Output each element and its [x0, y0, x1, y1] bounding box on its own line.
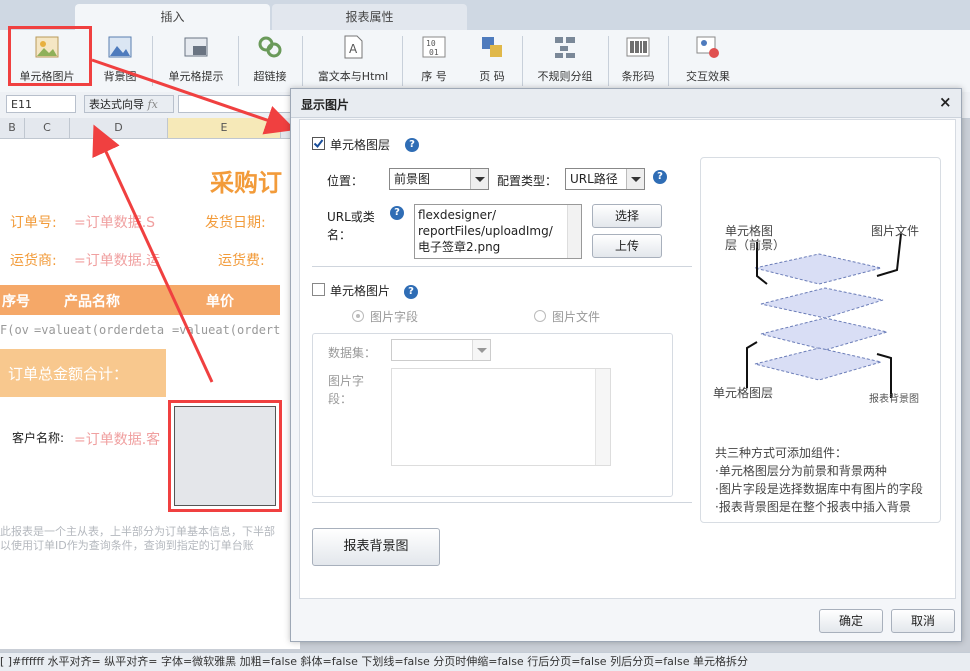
radio-dot: [356, 314, 360, 318]
cell-layer-checkbox[interactable]: [312, 137, 325, 150]
help-icon[interactable]: ?: [653, 170, 667, 184]
dialog-body: 单元格图层 ? 位置： 前景图 配置类型： URL路径 ? URL或类 名： ?…: [299, 119, 956, 599]
checkmark-icon: [313, 139, 324, 149]
upload-button[interactable]: 上传: [592, 234, 662, 258]
info-line: ·图片字段是选择数据库中有图片的字段: [715, 482, 923, 496]
image-field-radio[interactable]: [352, 310, 364, 322]
status-bar: [ ]#ffffff 水平对齐= 纵平对齐= 字体=微软雅黑 加粗=false …: [0, 652, 970, 671]
config-type-select[interactable]: URL路径: [565, 168, 645, 190]
position-value: 前景图: [394, 172, 431, 186]
help-icon[interactable]: ?: [390, 206, 404, 220]
diagram-label-cell-layer: 单元格图层: [713, 386, 774, 400]
image-field-list[interactable]: [391, 368, 611, 466]
status-text: [ ]#ffffff 水平对齐= 纵平对齐= 字体=微软雅黑 加粗=false …: [0, 655, 748, 668]
diagram-label-bottom: 报表背景图: [869, 394, 919, 405]
chevron-down-icon: [470, 169, 488, 189]
close-icon[interactable]: ×: [939, 93, 952, 111]
ok-button[interactable]: 确定: [819, 609, 883, 633]
dataset-select[interactable]: [391, 339, 491, 361]
url-label-line2: 名：: [327, 228, 352, 242]
cell-image-checkbox[interactable]: [312, 283, 325, 296]
info-title: 共三种方式可添加组件：: [715, 446, 848, 460]
layer-diagram: [746, 233, 902, 398]
cell-layer-label: 单元格图层: [330, 138, 391, 152]
config-type-value: URL路径: [570, 172, 618, 186]
show-image-dialog: 显示图片 × 单元格图层 ? 位置： 前景图 配置类型： URL路径 ? URL…: [290, 88, 962, 642]
diagram-label-file: 图片文件: [871, 224, 920, 238]
diagram-label-layer-2: 层（前景）: [725, 238, 786, 252]
image-field-panel: 数据集： 图片字 段：: [312, 333, 673, 497]
help-icon[interactable]: ?: [405, 138, 419, 152]
select-button[interactable]: 选择: [592, 204, 662, 228]
image-field-radio-label: 图片字段: [370, 310, 419, 324]
image-field-label-line1: 图片字: [328, 374, 365, 388]
section-divider: [312, 502, 692, 503]
position-label: 位置：: [327, 174, 364, 188]
image-field-label-line2: 段：: [328, 392, 353, 406]
url-value: flexdesigner/ reportFiles/uploadImg/ 电子签…: [418, 208, 553, 254]
explanation-panel: 单元格图 层（前景） 图片文件 单元格图层 报表背景图 共三种方式可添加组件： …: [700, 157, 941, 523]
url-textarea[interactable]: flexdesigner/ reportFiles/uploadImg/ 电子签…: [414, 204, 582, 259]
image-file-radio[interactable]: [534, 310, 546, 322]
dataset-label: 数据集：: [328, 346, 377, 360]
list-scrollbar[interactable]: [595, 369, 610, 465]
help-icon[interactable]: ?: [404, 285, 418, 299]
info-line: ·单元格图层分为前景和背景两种: [715, 464, 887, 478]
chevron-down-icon: [626, 169, 644, 189]
dialog-title: 显示图片: [301, 98, 350, 112]
textarea-scrollbar[interactable]: [567, 205, 581, 258]
chevron-down-icon: [472, 340, 490, 360]
section-divider: [312, 266, 692, 267]
dialog-title-bar: 显示图片 ×: [291, 89, 961, 118]
cancel-button[interactable]: 取消: [891, 609, 955, 633]
image-file-radio-label: 图片文件: [552, 310, 601, 324]
cell-image-label: 单元格图片: [330, 284, 391, 298]
report-background-button[interactable]: 报表背景图: [312, 528, 440, 566]
config-type-label: 配置类型：: [497, 174, 558, 188]
position-select[interactable]: 前景图: [389, 168, 489, 190]
url-label-line1: URL或类: [327, 210, 375, 224]
info-line: ·报表背景图是在整个报表中插入背景: [715, 500, 911, 514]
